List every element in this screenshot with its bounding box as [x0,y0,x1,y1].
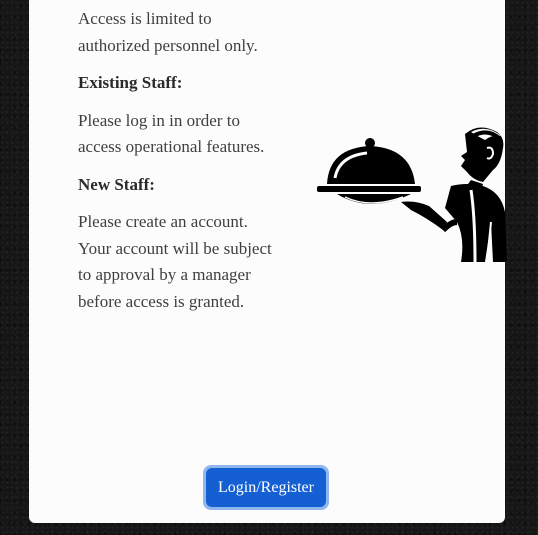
new-staff-heading: New Staff: [78,174,155,194]
login-register-button[interactable]: Login/Register [206,468,326,507]
staff-access-card: Access is limited to authorized personne… [29,0,507,523]
access-notice: Access is limited to authorized personne… [78,9,258,55]
waiter-with-cloche-icon [317,127,507,263]
login-register-focus-ring: Login/Register [203,465,329,510]
access-info: Access is limited to authorized personne… [78,6,278,326]
new-staff-text: Please create an account. Your account w… [78,212,272,311]
existing-staff-heading: Existing Staff: [78,73,183,92]
existing-staff-text: Please log in in order to access operati… [78,110,265,157]
